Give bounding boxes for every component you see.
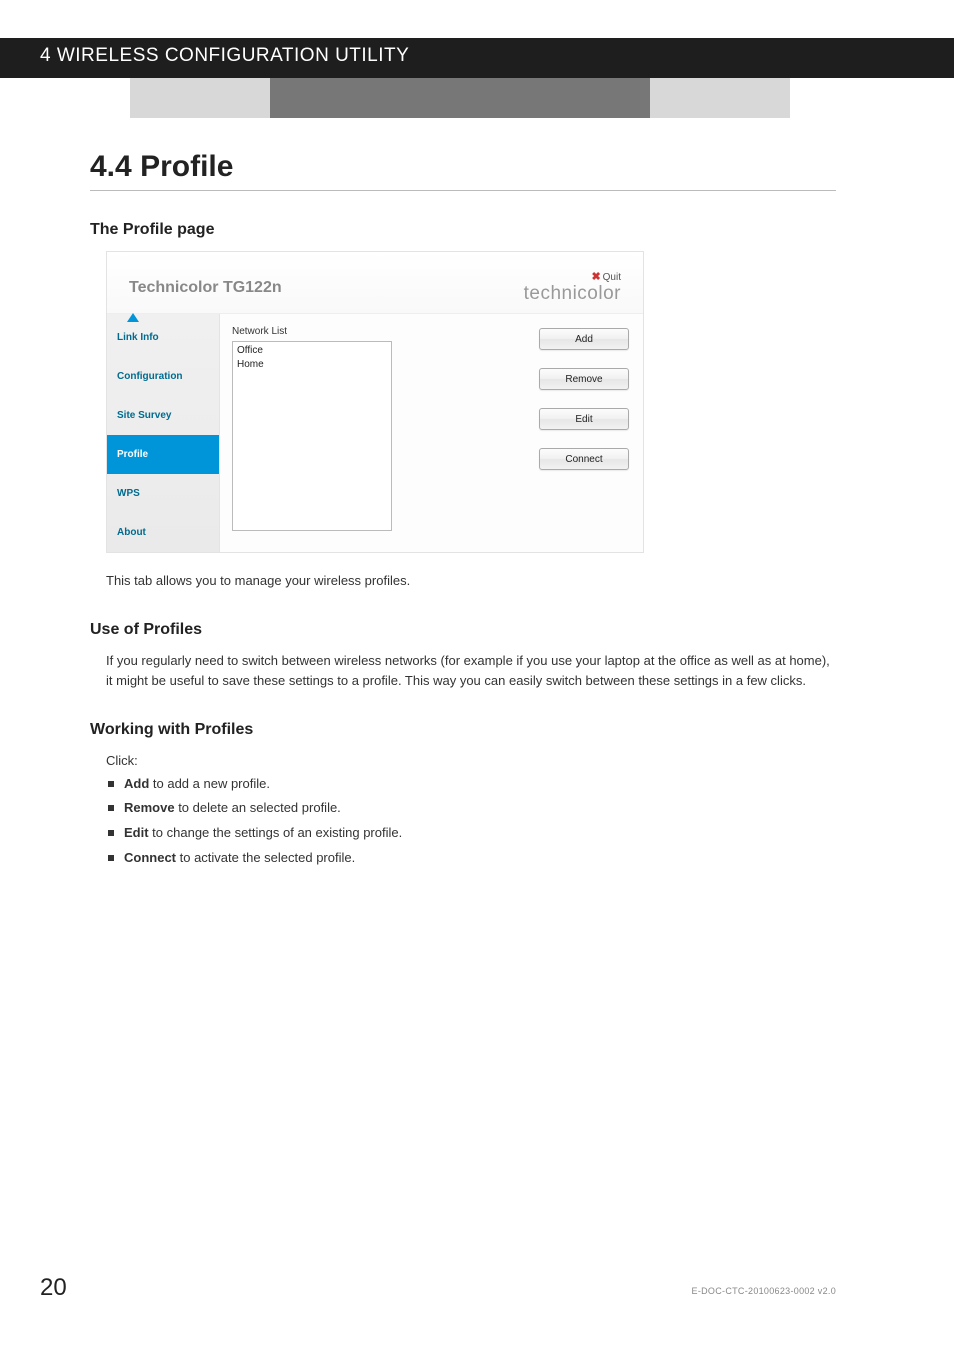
sidebar-item-wps[interactable]: WPS [107,474,219,513]
edit-button[interactable]: Edit [539,408,629,430]
bullet-bold: Edit [124,825,149,840]
utility-sidebar: Link Info Configuration Site Survey Prof… [107,314,219,552]
decorative-strip [0,78,954,118]
page-content: 4.4 Profile The Profile page Technicolor… [90,150,836,870]
sidebar-item-site-survey[interactable]: Site Survey [107,396,219,435]
bullet-rest: to add a new profile. [149,776,270,791]
working-bullets: Add to add a new profile. Remove to dele… [106,772,836,871]
bullet-bold: Remove [124,800,175,815]
utility-title: Technicolor TG122n [129,279,524,297]
connect-button[interactable]: Connect [539,448,629,470]
sidebar-item-about[interactable]: About [107,513,219,552]
utility-brand-block: ✖Quit technicolor [524,270,621,305]
bullet-rest: to delete an selected profile. [175,800,341,815]
strip-segment [130,78,270,118]
list-item: Connect to activate the selected profile… [106,846,836,871]
list-item: Add to add a new profile. [106,772,836,797]
add-button[interactable]: Add [539,328,629,350]
utility-titlebar: Technicolor TG122n ✖Quit technicolor [107,252,643,314]
use-of-profiles-text: If you regularly need to switch between … [106,651,836,691]
active-tab-indicator [127,313,139,322]
list-item: Remove to delete an selected profile. [106,796,836,821]
subheading-profile-page: The Profile page [90,221,836,239]
strip-segment [650,78,790,118]
document-reference: E-DOC-CTC-20100623-0002 v2.0 [692,1286,836,1296]
profile-tab-description: This tab allows you to manage your wirel… [106,571,836,591]
utility-body: Link Info Configuration Site Survey Prof… [107,314,643,552]
network-list[interactable]: Office Home [232,341,392,531]
quit-label: Quit [603,272,621,283]
subheading-working-with-profiles: Working with Profiles [90,721,836,739]
network-list-group: Network List Office Home [232,326,539,531]
sidebar-item-link-info[interactable]: Link Info [107,318,219,357]
bullet-rest: to change the settings of an existing pr… [149,825,403,840]
quit-button[interactable]: ✖Quit [524,270,621,283]
remove-button[interactable]: Remove [539,368,629,390]
sidebar-item-configuration[interactable]: Configuration [107,357,219,396]
section-heading: 4.4 Profile [90,150,836,191]
sidebar-item-profile[interactable]: Profile [107,435,219,474]
strip-segment [270,78,650,118]
chapter-title: 4 WIRELESS CONFIGURATION UTILITY [40,45,409,67]
list-item[interactable]: Home [237,358,387,372]
utility-main-panel: Network List Office Home Add Remove Edit… [219,314,643,552]
list-item: Edit to change the settings of an existi… [106,821,836,846]
chapter-header-bar: 4 WIRELESS CONFIGURATION UTILITY [0,38,954,78]
close-icon: ✖ [591,271,600,283]
utility-window: Technicolor TG122n ✖Quit technicolor Lin… [106,251,644,553]
list-item[interactable]: Office [237,344,387,358]
subheading-use-of-profiles: Use of Profiles [90,621,836,639]
bullet-bold: Add [124,776,149,791]
profile-actions: Add Remove Edit Connect [539,326,635,470]
page-number: 20 [40,1274,67,1302]
section-number: 4.4 [90,150,132,183]
working-intro: Click: [106,751,836,771]
bullet-rest: to activate the selected profile. [176,850,355,865]
bullet-bold: Connect [124,850,176,865]
network-list-label: Network List [232,326,539,337]
section-title-text: Profile [140,150,233,183]
brand-logo: technicolor [524,283,621,305]
